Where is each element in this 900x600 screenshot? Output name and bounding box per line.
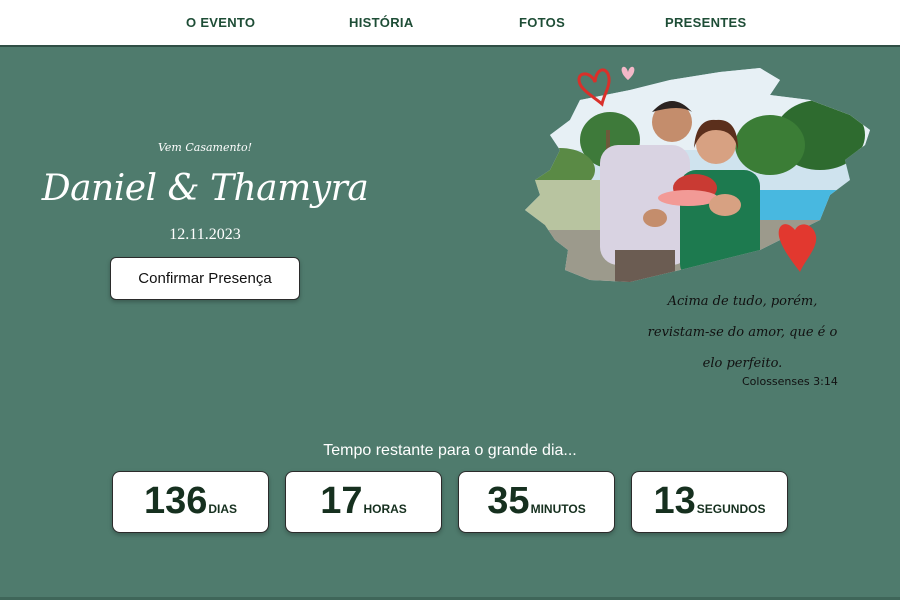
countdown-days-value: 136 bbox=[143, 480, 208, 522]
countdown-hours-value: 17 bbox=[320, 480, 363, 522]
countdown-days: 136 DIAS bbox=[112, 471, 269, 533]
wedding-date: 12.11.2023 bbox=[169, 226, 241, 243]
bible-quote: Acima de tudo, porém, revistam-se do amo… bbox=[640, 286, 845, 379]
couple-names: Daniel & Thamyra bbox=[41, 168, 369, 209]
confirm-presence-button[interactable]: Confirmar Presença bbox=[110, 257, 300, 300]
top-navigation: O EVENTO HISTÓRIA FOTOS PRESENTES bbox=[0, 0, 900, 47]
countdown-seconds-value: 13 bbox=[653, 480, 696, 522]
heart-red-icon bbox=[778, 224, 817, 272]
countdown-title: Tempo restante para o grande dia... bbox=[323, 442, 577, 459]
nav-link-presentes[interactable]: PRESENTES bbox=[665, 15, 746, 30]
quote-reference: Colossenses 3:14 bbox=[742, 375, 838, 388]
heart-pink-icon bbox=[621, 66, 635, 80]
welcome-text: Vem Casamento! bbox=[157, 141, 253, 154]
countdown-minutes-value: 35 bbox=[487, 480, 530, 522]
nav-link-o-evento[interactable]: O EVENTO bbox=[186, 15, 255, 30]
countdown-hours-unit: HORAS bbox=[363, 502, 407, 516]
countdown-minutes-unit: MINUTOS bbox=[530, 502, 586, 516]
countdown-seconds: 13 SEGUNDOS bbox=[631, 471, 788, 533]
quote-line-1: Acima de tudo, porém, bbox=[667, 294, 818, 309]
couple-photo-illustration bbox=[525, 66, 870, 282]
heart-outline-icon bbox=[577, 68, 611, 107]
countdown-hours: 17 HORAS bbox=[285, 471, 442, 533]
quote-line-2: revistam-se do amor, que é o bbox=[647, 325, 838, 340]
countdown-seconds-unit: SEGUNDOS bbox=[696, 502, 766, 516]
countdown-days-unit: DIAS bbox=[208, 502, 238, 516]
nav-link-historia[interactable]: HISTÓRIA bbox=[349, 15, 414, 30]
couple-photo bbox=[520, 60, 875, 290]
countdown-minutes: 35 MINUTOS bbox=[458, 471, 615, 533]
nav-link-fotos[interactable]: FOTOS bbox=[519, 15, 565, 30]
